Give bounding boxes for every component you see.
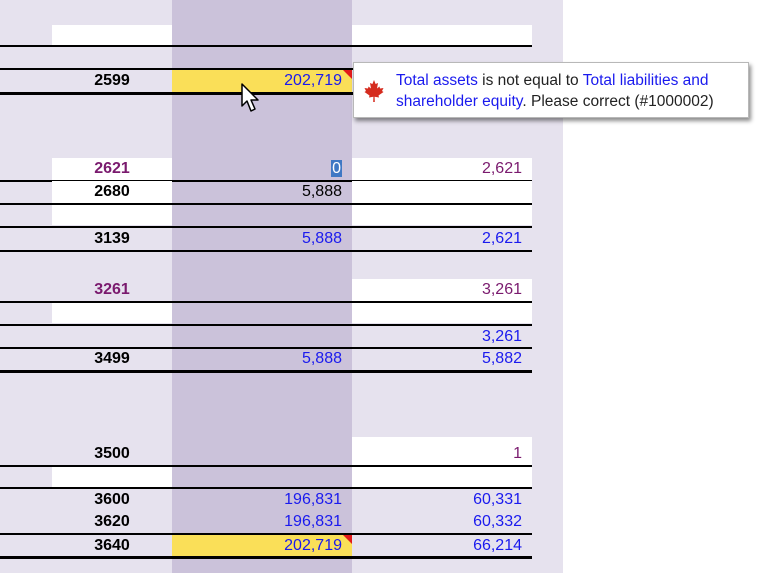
calc-value: 5,882	[481, 350, 522, 367]
total-assets-link[interactable]: Total assets	[396, 72, 478, 89]
line-code: 3640	[94, 537, 130, 554]
validation-tooltip: Total assets is not equal to Total liabi…	[353, 62, 749, 118]
error-flag-icon	[343, 535, 352, 544]
code-cell-blank	[52, 205, 172, 225]
tooltip-text: . Please correct (#1000002)	[522, 93, 714, 110]
maple-leaf-icon	[364, 80, 384, 102]
total-liabilities-cell[interactable]: 202,719	[172, 535, 352, 557]
table-row: 2680 5,888	[0, 181, 532, 203]
line-code: 3261	[94, 281, 130, 298]
line-code: 2680	[94, 183, 130, 200]
mouse-pointer-icon	[241, 83, 259, 112]
prior-year-input[interactable]	[352, 25, 532, 45]
cell-value: 202,719	[284, 72, 342, 89]
table-row: 3600 196,831 60,331	[0, 489, 532, 511]
line-code: 2599	[94, 72, 130, 89]
calc-value: 5,888	[301, 350, 342, 367]
error-flag-icon	[343, 70, 352, 79]
table-row: 3499 5,888 5,882	[0, 348, 532, 370]
code-cell-blank	[52, 467, 172, 487]
calc-value: 196,831	[284, 491, 342, 508]
calc-value: 60,332	[473, 513, 522, 530]
line-code: 3620	[94, 513, 130, 530]
calc-value: 3,261	[481, 328, 522, 345]
line-code: 3499	[94, 350, 130, 367]
prior-value: 1	[513, 445, 522, 462]
row-divider	[0, 556, 532, 559]
selected-text: 0	[331, 160, 342, 177]
code-cell-blank	[52, 303, 172, 323]
prior-year-input[interactable]	[352, 467, 532, 487]
calc-value: 5,888	[301, 230, 342, 247]
row-divider	[0, 370, 532, 373]
table-row: 3139 5,888 2,621	[0, 228, 532, 250]
prior-value: 2,621	[481, 160, 522, 177]
calc-value: 66,214	[473, 537, 522, 554]
row-divider	[0, 45, 532, 47]
tooltip-text: is not equal to	[477, 72, 583, 89]
table-row: 3640 202,719 66,214	[0, 535, 532, 557]
prior-year-input[interactable]	[352, 303, 532, 323]
table-row: 3,261	[0, 326, 532, 348]
tooltip-message: Total assets is not equal to Total liabi…	[396, 70, 746, 112]
line-code: 3500	[94, 445, 130, 462]
value-input-selected[interactable]: 0	[172, 158, 352, 180]
calc-value: 196,831	[284, 513, 342, 530]
calc-value: 2,621	[481, 230, 522, 247]
line-code: 3600	[94, 491, 130, 508]
table-row: 3500 1	[0, 443, 532, 465]
calc-value: 60,331	[473, 491, 522, 508]
line-code: 2621	[94, 160, 130, 177]
cell-value: 202,719	[284, 537, 342, 554]
table-row: 3261 3,261	[0, 279, 532, 301]
prior-year-input[interactable]	[352, 205, 532, 225]
table-row: 3620 196,831 60,332	[0, 511, 532, 533]
code-cell-blank	[52, 25, 172, 45]
line-code: 3139	[94, 230, 130, 247]
row-divider	[0, 250, 532, 252]
value-input[interactable]: 5,888	[172, 181, 352, 203]
table-row: 2621 0 2,621	[0, 158, 532, 180]
prior-value: 3,261	[481, 281, 522, 298]
